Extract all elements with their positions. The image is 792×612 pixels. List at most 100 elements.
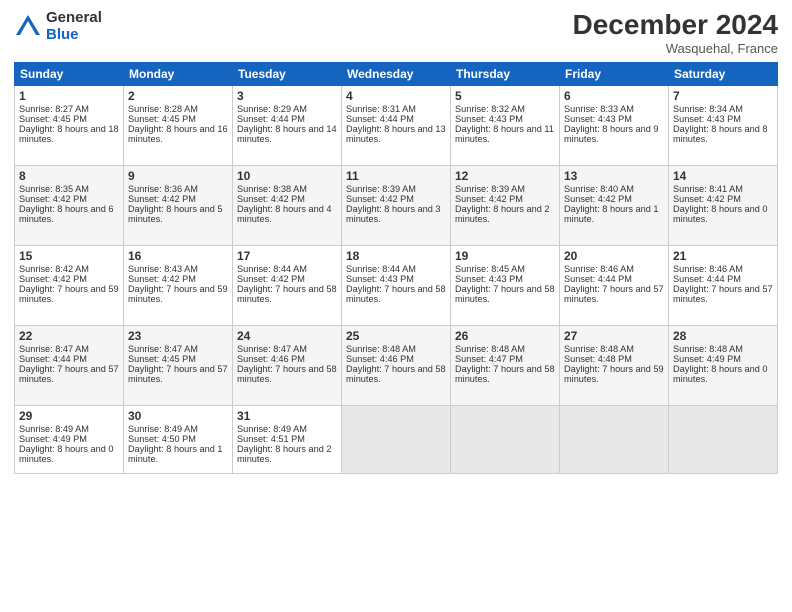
sunrise-label: Sunrise: 8:46 AM — [564, 264, 634, 274]
calendar-cell: 12 Sunrise: 8:39 AM Sunset: 4:42 PM Dayl… — [451, 165, 560, 245]
day-number: 21 — [673, 249, 773, 263]
sunset-label: Sunset: 4:42 PM — [128, 194, 196, 204]
sunset-label: Sunset: 4:47 PM — [455, 354, 523, 364]
daylight-label: Daylight: 8 hours and 0 minutes. — [673, 364, 768, 384]
calendar-cell: 5 Sunrise: 8:32 AM Sunset: 4:43 PM Dayli… — [451, 85, 560, 165]
sunrise-label: Sunrise: 8:47 AM — [237, 344, 307, 354]
calendar-cell: 4 Sunrise: 8:31 AM Sunset: 4:44 PM Dayli… — [342, 85, 451, 165]
daylight-label: Daylight: 8 hours and 1 minute. — [128, 444, 223, 464]
sunrise-label: Sunrise: 8:36 AM — [128, 184, 198, 194]
day-number: 24 — [237, 329, 337, 343]
sunset-label: Sunset: 4:51 PM — [237, 434, 305, 444]
calendar-cell: 30 Sunrise: 8:49 AM Sunset: 4:50 PM Dayl… — [124, 405, 233, 473]
sunset-label: Sunset: 4:49 PM — [673, 354, 741, 364]
sunrise-label: Sunrise: 8:28 AM — [128, 104, 198, 114]
calendar-cell: 21 Sunrise: 8:46 AM Sunset: 4:44 PM Dayl… — [669, 245, 778, 325]
calendar-cell: 11 Sunrise: 8:39 AM Sunset: 4:42 PM Dayl… — [342, 165, 451, 245]
day-number: 18 — [346, 249, 446, 263]
sunrise-label: Sunrise: 8:49 AM — [237, 424, 307, 434]
calendar-cell: 8 Sunrise: 8:35 AM Sunset: 4:42 PM Dayli… — [15, 165, 124, 245]
sunset-label: Sunset: 4:45 PM — [128, 114, 196, 124]
day-number: 2 — [128, 89, 228, 103]
calendar-cell: 14 Sunrise: 8:41 AM Sunset: 4:42 PM Dayl… — [669, 165, 778, 245]
location: Wasquehal, France — [573, 41, 778, 56]
header: General Blue December 2024 Wasquehal, Fr… — [14, 10, 778, 56]
sunrise-label: Sunrise: 8:49 AM — [128, 424, 198, 434]
col-monday: Monday — [124, 62, 233, 85]
sunset-label: Sunset: 4:42 PM — [673, 194, 741, 204]
calendar-cell: 31 Sunrise: 8:49 AM Sunset: 4:51 PM Dayl… — [233, 405, 342, 473]
sunset-label: Sunset: 4:43 PM — [564, 114, 632, 124]
calendar-cell: 19 Sunrise: 8:45 AM Sunset: 4:43 PM Dayl… — [451, 245, 560, 325]
daylight-label: Daylight: 7 hours and 59 minutes. — [128, 284, 228, 304]
sunset-label: Sunset: 4:46 PM — [346, 354, 414, 364]
daylight-label: Daylight: 8 hours and 14 minutes. — [237, 124, 337, 144]
sunrise-label: Sunrise: 8:35 AM — [19, 184, 89, 194]
day-number: 7 — [673, 89, 773, 103]
day-number: 9 — [128, 169, 228, 183]
daylight-label: Daylight: 8 hours and 18 minutes. — [19, 124, 119, 144]
calendar-cell: 2 Sunrise: 8:28 AM Sunset: 4:45 PM Dayli… — [124, 85, 233, 165]
sunrise-label: Sunrise: 8:31 AM — [346, 104, 416, 114]
calendar-cell — [451, 405, 560, 473]
calendar-row: 8 Sunrise: 8:35 AM Sunset: 4:42 PM Dayli… — [15, 165, 778, 245]
calendar-cell: 29 Sunrise: 8:49 AM Sunset: 4:49 PM Dayl… — [15, 405, 124, 473]
sunset-label: Sunset: 4:44 PM — [237, 114, 305, 124]
sunrise-label: Sunrise: 8:38 AM — [237, 184, 307, 194]
sunset-label: Sunset: 4:42 PM — [237, 194, 305, 204]
daylight-label: Daylight: 8 hours and 13 minutes. — [346, 124, 446, 144]
calendar-cell: 26 Sunrise: 8:48 AM Sunset: 4:47 PM Dayl… — [451, 325, 560, 405]
logo: General Blue — [14, 10, 102, 43]
daylight-label: Daylight: 8 hours and 11 minutes. — [455, 124, 554, 144]
sunrise-label: Sunrise: 8:39 AM — [346, 184, 416, 194]
daylight-label: Daylight: 8 hours and 9 minutes. — [564, 124, 659, 144]
calendar-cell — [560, 405, 669, 473]
daylight-label: Daylight: 7 hours and 57 minutes. — [19, 364, 119, 384]
calendar-cell: 28 Sunrise: 8:48 AM Sunset: 4:49 PM Dayl… — [669, 325, 778, 405]
calendar-cell: 6 Sunrise: 8:33 AM Sunset: 4:43 PM Dayli… — [560, 85, 669, 165]
daylight-label: Daylight: 8 hours and 0 minutes. — [19, 444, 114, 464]
sunset-label: Sunset: 4:49 PM — [19, 434, 87, 444]
col-friday: Friday — [560, 62, 669, 85]
day-number: 8 — [19, 169, 119, 183]
day-number: 31 — [237, 409, 337, 423]
sunrise-label: Sunrise: 8:29 AM — [237, 104, 307, 114]
sunrise-label: Sunrise: 8:34 AM — [673, 104, 743, 114]
calendar-row: 22 Sunrise: 8:47 AM Sunset: 4:44 PM Dayl… — [15, 325, 778, 405]
daylight-label: Daylight: 8 hours and 3 minutes. — [346, 204, 441, 224]
sunset-label: Sunset: 4:43 PM — [346, 274, 414, 284]
daylight-label: Daylight: 8 hours and 2 minutes. — [455, 204, 550, 224]
day-number: 27 — [564, 329, 664, 343]
sunset-label: Sunset: 4:42 PM — [19, 194, 87, 204]
sunrise-label: Sunrise: 8:45 AM — [455, 264, 525, 274]
calendar-cell: 25 Sunrise: 8:48 AM Sunset: 4:46 PM Dayl… — [342, 325, 451, 405]
calendar-header-row: Sunday Monday Tuesday Wednesday Thursday… — [15, 62, 778, 85]
col-thursday: Thursday — [451, 62, 560, 85]
sunrise-label: Sunrise: 8:43 AM — [128, 264, 198, 274]
day-number: 22 — [19, 329, 119, 343]
day-number: 13 — [564, 169, 664, 183]
day-number: 30 — [128, 409, 228, 423]
sunrise-label: Sunrise: 8:48 AM — [564, 344, 634, 354]
sunset-label: Sunset: 4:43 PM — [455, 274, 523, 284]
sunset-label: Sunset: 4:44 PM — [673, 274, 741, 284]
daylight-label: Daylight: 8 hours and 4 minutes. — [237, 204, 332, 224]
day-number: 3 — [237, 89, 337, 103]
sunrise-label: Sunrise: 8:41 AM — [673, 184, 743, 194]
daylight-label: Daylight: 7 hours and 57 minutes. — [128, 364, 228, 384]
calendar-cell: 24 Sunrise: 8:47 AM Sunset: 4:46 PM Dayl… — [233, 325, 342, 405]
calendar-cell: 27 Sunrise: 8:48 AM Sunset: 4:48 PM Dayl… — [560, 325, 669, 405]
calendar-cell: 3 Sunrise: 8:29 AM Sunset: 4:44 PM Dayli… — [233, 85, 342, 165]
daylight-label: Daylight: 8 hours and 8 minutes. — [673, 124, 768, 144]
daylight-label: Daylight: 7 hours and 59 minutes. — [19, 284, 119, 304]
daylight-label: Daylight: 8 hours and 1 minute. — [564, 204, 659, 224]
calendar-table: Sunday Monday Tuesday Wednesday Thursday… — [14, 62, 778, 474]
sunset-label: Sunset: 4:48 PM — [564, 354, 632, 364]
sunrise-label: Sunrise: 8:49 AM — [19, 424, 89, 434]
sunset-label: Sunset: 4:42 PM — [19, 274, 87, 284]
logo-blue: Blue — [46, 27, 102, 44]
sunrise-label: Sunrise: 8:48 AM — [346, 344, 416, 354]
day-number: 20 — [564, 249, 664, 263]
sunset-label: Sunset: 4:43 PM — [455, 114, 523, 124]
day-number: 17 — [237, 249, 337, 263]
